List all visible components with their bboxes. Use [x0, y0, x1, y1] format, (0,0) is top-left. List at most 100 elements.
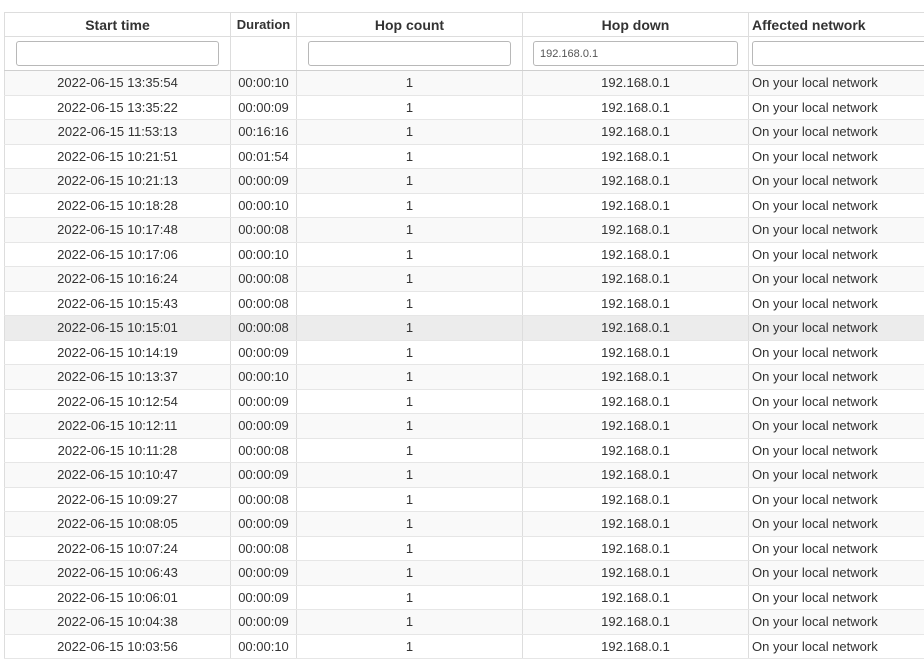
- start-time-cell: 2022-06-15 10:15:43: [4, 291, 231, 316]
- table-row[interactable]: 2022-06-15 10:11:28 00:00:08 1 192.168.0.1 O…: [4, 438, 924, 463]
- affected-network-cell: On your local network: [748, 291, 924, 316]
- hop-down-cell: 192.168.0.1: [522, 70, 749, 96]
- hop-down-cell: 192.168.0.1: [522, 560, 749, 586]
- hop-count-cell: 1: [296, 70, 523, 96]
- table-row[interactable]: 2022-06-15 10:21:51 00:01:54 1 192.168.0.1 O…: [4, 144, 924, 169]
- start-time-cell: 2022-06-15 10:06:43: [4, 560, 231, 586]
- affected-network-cell: On your local network: [748, 462, 924, 488]
- table-row[interactable]: 2022-06-15 10:18:28 00:00:10 1 192.168.0.1 O…: [4, 193, 924, 218]
- affected-network-cell: On your local network: [748, 634, 924, 659]
- affected-network-cell: On your local network: [748, 511, 924, 537]
- table-row[interactable]: 2022-06-15 10:12:54 00:00:09 1 192.168.0.1 O…: [4, 389, 924, 414]
- hop-count-cell: 1: [296, 536, 523, 561]
- column-header-start-time[interactable]: Start time: [4, 12, 231, 37]
- duration-cell: 00:00:09: [230, 340, 297, 365]
- hop-count-cell: 1: [296, 511, 523, 537]
- duration-cell: 00:00:08: [230, 315, 297, 341]
- filter-cell-start-time: [4, 36, 231, 71]
- column-header-hop-down[interactable]: Hop down: [522, 12, 749, 37]
- hop-count-cell: 1: [296, 438, 523, 463]
- hop-count-filter-input[interactable]: [308, 41, 511, 66]
- hop-count-cell: 1: [296, 634, 523, 659]
- affected-network-filter-input[interactable]: [752, 41, 924, 66]
- duration-cell: 00:00:08: [230, 291, 297, 316]
- hop-count-cell: 1: [296, 119, 523, 145]
- table-row[interactable]: 2022-06-15 10:10:47 00:00:09 1 192.168.0.1 O…: [4, 462, 924, 488]
- start-time-cell: 2022-06-15 10:09:27: [4, 487, 231, 512]
- duration-cell: 00:00:08: [230, 487, 297, 512]
- table-row[interactable]: 2022-06-15 10:21:13 00:00:09 1 192.168.0.1 O…: [4, 168, 924, 194]
- hop-down-cell: 192.168.0.1: [522, 168, 749, 194]
- hop-count-cell: 1: [296, 364, 523, 390]
- table-row[interactable]: 2022-06-15 10:15:43 00:00:08 1 192.168.0.1 O…: [4, 291, 924, 316]
- start-time-cell: 2022-06-15 10:15:01: [4, 315, 231, 341]
- table-row[interactable]: 2022-06-15 10:06:43 00:00:09 1 192.168.0.1 O…: [4, 560, 924, 586]
- affected-network-cell: On your local network: [748, 389, 924, 414]
- duration-cell: 00:00:09: [230, 585, 297, 610]
- hop-down-cell: 192.168.0.1: [522, 217, 749, 243]
- affected-network-cell: On your local network: [748, 438, 924, 463]
- table-row[interactable]: 2022-06-15 10:17:48 00:00:08 1 192.168.0.1 O…: [4, 217, 924, 243]
- start-time-cell: 2022-06-15 10:11:28: [4, 438, 231, 463]
- table-row[interactable]: 2022-06-15 10:12:11 00:00:09 1 192.168.0.1 O…: [4, 413, 924, 439]
- hop-count-cell: 1: [296, 144, 523, 169]
- filter-row: [4, 36, 924, 71]
- table-row[interactable]: 2022-06-15 10:14:19 00:00:09 1 192.168.0.1 O…: [4, 340, 924, 365]
- duration-cell: 00:16:16: [230, 119, 297, 145]
- duration-cell: 00:00:10: [230, 364, 297, 390]
- table-row[interactable]: 2022-06-15 10:08:05 00:00:09 1 192.168.0.1 O…: [4, 511, 924, 537]
- table-row[interactable]: 2022-06-15 10:04:38 00:00:09 1 192.168.0.1 O…: [4, 609, 924, 635]
- hop-count-cell: 1: [296, 389, 523, 414]
- filter-cell-hop-count: [296, 36, 523, 71]
- affected-network-cell: On your local network: [748, 217, 924, 243]
- hop-count-cell: 1: [296, 193, 523, 218]
- affected-network-cell: On your local network: [748, 193, 924, 218]
- table-row[interactable]: 2022-06-15 10:15:01 00:00:08 1 192.168.0.1 O…: [4, 315, 924, 341]
- start-time-cell: 2022-06-15 10:12:54: [4, 389, 231, 414]
- hop-down-cell: 192.168.0.1: [522, 536, 749, 561]
- table-row[interactable]: 2022-06-15 11:53:13 00:16:16 1 192.168.0.1 O…: [4, 119, 924, 145]
- hop-down-cell: 192.168.0.1: [522, 315, 749, 341]
- hop-down-cell: 192.168.0.1: [522, 609, 749, 635]
- table-row[interactable]: 2022-06-15 13:35:22 00:00:09 1 192.168.0.1 O…: [4, 95, 924, 120]
- hop-count-cell: 1: [296, 315, 523, 341]
- duration-cell: 00:00:09: [230, 462, 297, 488]
- affected-network-cell: On your local network: [748, 266, 924, 292]
- table-row[interactable]: 2022-06-15 10:03:56 00:00:10 1 192.168.0.1 O…: [4, 634, 924, 659]
- hop-down-filter-input[interactable]: [533, 41, 738, 66]
- filter-cell-affected-network: [748, 36, 924, 71]
- affected-network-cell: On your local network: [748, 560, 924, 586]
- hop-down-cell: 192.168.0.1: [522, 340, 749, 365]
- table-row[interactable]: 2022-06-15 10:09:27 00:00:08 1 192.168.0.1 O…: [4, 487, 924, 512]
- hop-down-cell: 192.168.0.1: [522, 119, 749, 145]
- column-header-duration[interactable]: Duration: [230, 12, 297, 37]
- hop-down-cell: 192.168.0.1: [522, 95, 749, 120]
- table-row[interactable]: 2022-06-15 13:35:54 00:00:10 1 192.168.0.1 O…: [4, 70, 924, 96]
- affected-network-cell: On your local network: [748, 609, 924, 635]
- outage-table-container: Start time Duration Hop count Hop down A…: [4, 12, 924, 659]
- filter-cell-duration: [230, 36, 297, 71]
- affected-network-cell: On your local network: [748, 242, 924, 267]
- duration-cell: 00:00:10: [230, 634, 297, 659]
- table-row[interactable]: 2022-06-15 10:17:06 00:00:10 1 192.168.0.1 O…: [4, 242, 924, 267]
- table-row[interactable]: 2022-06-15 10:06:01 00:00:09 1 192.168.0.1 O…: [4, 585, 924, 610]
- start-time-cell: 2022-06-15 10:18:28: [4, 193, 231, 218]
- start-time-filter-input[interactable]: [16, 41, 219, 66]
- hop-count-cell: 1: [296, 487, 523, 512]
- duration-cell: 00:00:09: [230, 389, 297, 414]
- hop-count-cell: 1: [296, 585, 523, 610]
- start-time-cell: 2022-06-15 11:53:13: [4, 119, 231, 145]
- table-row[interactable]: 2022-06-15 10:07:24 00:00:08 1 192.168.0.1 O…: [4, 536, 924, 561]
- hop-down-cell: 192.168.0.1: [522, 266, 749, 292]
- start-time-cell: 2022-06-15 10:13:37: [4, 364, 231, 390]
- column-header-affected-network[interactable]: Affected network: [748, 12, 924, 37]
- column-header-hop-count[interactable]: Hop count: [296, 12, 523, 37]
- hop-down-cell: 192.168.0.1: [522, 242, 749, 267]
- duration-cell: 00:00:10: [230, 193, 297, 218]
- table-row[interactable]: 2022-06-15 10:13:37 00:00:10 1 192.168.0.1 O…: [4, 364, 924, 390]
- start-time-cell: 2022-06-15 10:21:51: [4, 144, 231, 169]
- table-row[interactable]: 2022-06-15 10:16:24 00:00:08 1 192.168.0.1 O…: [4, 266, 924, 292]
- hop-down-cell: 192.168.0.1: [522, 462, 749, 488]
- start-time-cell: 2022-06-15 10:17:48: [4, 217, 231, 243]
- duration-cell: 00:00:09: [230, 609, 297, 635]
